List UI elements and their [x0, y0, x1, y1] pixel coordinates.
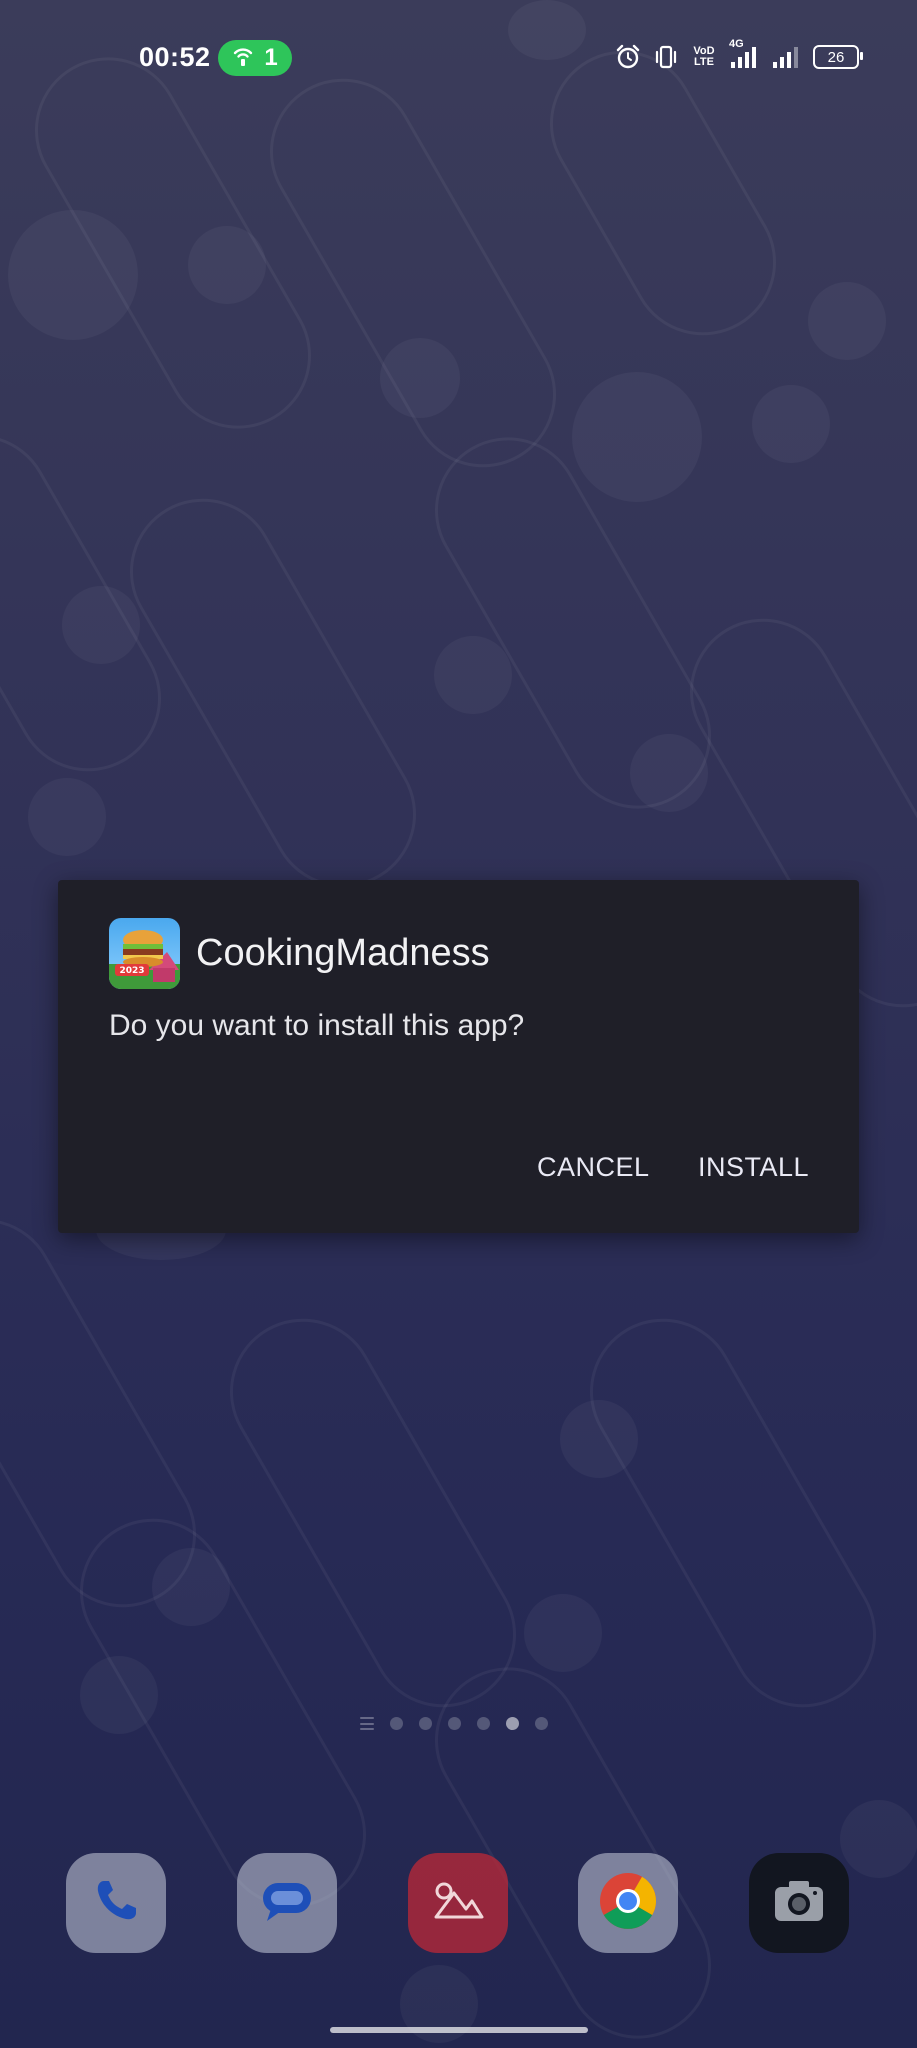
status-bar: 00:52 1 VoD LTE 4G 26	[0, 0, 917, 116]
hotspot-count: 1	[264, 44, 278, 71]
gallery-icon	[428, 1873, 488, 1934]
page-dot[interactable]	[448, 1717, 461, 1730]
status-time: 00:52	[139, 42, 211, 72]
status-icons: VoD LTE 4G 26	[615, 38, 863, 70]
messages-app[interactable]	[237, 1853, 337, 1953]
page-indicator[interactable]	[360, 1717, 548, 1730]
page-dot[interactable]	[419, 1717, 432, 1730]
home-indicator[interactable]	[330, 2027, 588, 2033]
signal-icon	[771, 44, 801, 70]
phone-app[interactable]	[66, 1853, 166, 1953]
chrome-icon	[596, 1869, 660, 1938]
app-name: CookingMadness	[196, 932, 490, 974]
gallery-app[interactable]	[408, 1853, 508, 1953]
dock	[0, 1853, 917, 1953]
page-dot[interactable]	[477, 1717, 490, 1730]
app-list-icon[interactable]	[360, 1717, 374, 1730]
volte-icon: VoD LTE	[693, 45, 715, 68]
cancel-button[interactable]: CANCEL	[537, 1152, 650, 1183]
install-button[interactable]: INSTALL	[698, 1152, 809, 1183]
page-dot-active[interactable]	[506, 1717, 519, 1730]
alarm-icon	[615, 44, 641, 70]
install-dialog: 2023 CookingMadness Do you want to insta…	[58, 880, 859, 1233]
hotspot-icon	[232, 45, 254, 72]
phone-icon	[88, 1873, 144, 1934]
page-dot[interactable]	[390, 1717, 403, 1730]
battery-level: 26	[827, 48, 845, 66]
app-icon: 2023	[109, 918, 180, 989]
camera-app[interactable]	[749, 1853, 849, 1953]
svg-text:2023: 2023	[119, 966, 144, 976]
battery-icon: 26	[813, 45, 863, 69]
page-dot[interactable]	[535, 1717, 548, 1730]
hotspot-indicator[interactable]: 1	[218, 40, 292, 76]
install-prompt: Do you want to install this app?	[109, 1009, 525, 1042]
vibrate-icon	[653, 44, 679, 70]
camera-icon	[769, 1873, 829, 1934]
messages-icon	[257, 1873, 317, 1934]
signal-4g-icon: 4G	[729, 38, 759, 70]
chrome-app[interactable]	[578, 1853, 678, 1953]
